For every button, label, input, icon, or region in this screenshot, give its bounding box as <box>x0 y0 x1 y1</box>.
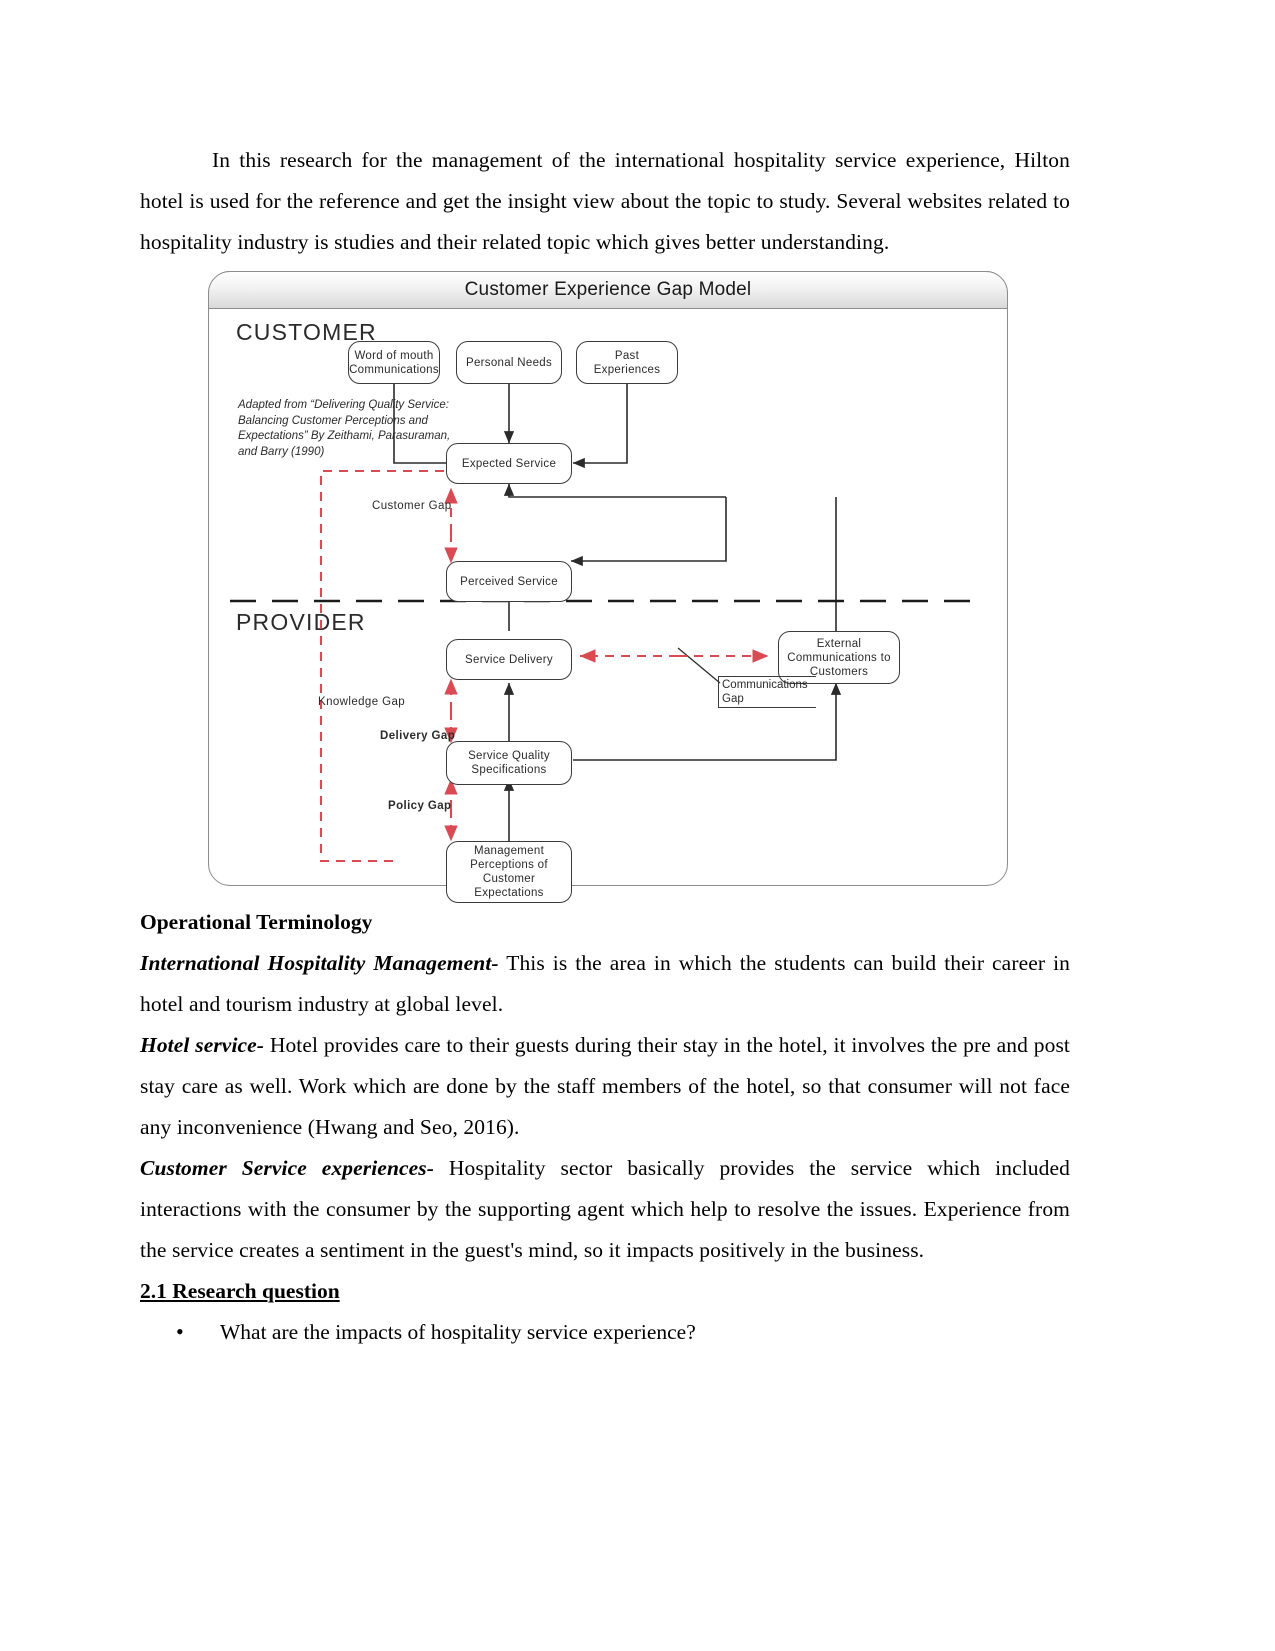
node-service-quality-specifications: Service Quality Specifications <box>446 741 572 785</box>
gap-label-customer-gap: Customer Gap <box>372 500 452 512</box>
gap-label-policy-gap: Policy Gap <box>388 800 452 812</box>
term-international-hospitality-management: International Hospitality Management- Th… <box>140 943 1070 1025</box>
customer-experience-gap-model-figure: Customer Experience Gap Model CUSTOMER P… <box>208 271 1018 903</box>
term-label: Customer Service experiences- <box>140 1156 435 1180</box>
node-past-experiences: Past Experiences <box>576 341 678 384</box>
gap-label-communications-gap: Communications Gap <box>718 676 816 708</box>
intro-paragraph: In this research for the management of t… <box>140 148 1070 254</box>
term-label: Hotel service- <box>140 1033 265 1057</box>
research-question-list: What are the impacts of hospitality serv… <box>140 1311 1070 1353</box>
node-word-of-mouth: Word of mouth Communications <box>348 341 440 384</box>
operational-terminology-heading: Operational Terminology <box>140 910 373 934</box>
term-label: International Hospitality Management- <box>140 951 499 975</box>
node-perceived-service: Perceived Service <box>446 561 572 602</box>
node-personal-needs: Personal Needs <box>456 341 562 384</box>
document-page: In this research for the management of t… <box>0 0 1275 1651</box>
term-customer-service-experiences: Customer Service experiences- Hospitalit… <box>140 1148 1070 1271</box>
list-item: What are the impacts of hospitality serv… <box>176 1311 1070 1353</box>
term-text: Hotel provides care to their guests duri… <box>140 1033 1070 1139</box>
research-question-heading: 2.1 Research question <box>140 1279 340 1303</box>
node-expected-service: Expected Service <box>446 443 572 484</box>
node-service-delivery: Service Delivery <box>446 639 572 680</box>
gap-label-knowledge-gap: Knowledge Gap <box>318 696 406 708</box>
node-management-perceptions: Management Perceptions of Customer Expec… <box>446 841 572 903</box>
term-hotel-service: Hotel service- Hotel provides care to th… <box>140 1025 1070 1148</box>
gap-label-delivery-gap: Delivery Gap <box>380 730 456 742</box>
page-content: In this research for the management of t… <box>140 140 1070 1353</box>
